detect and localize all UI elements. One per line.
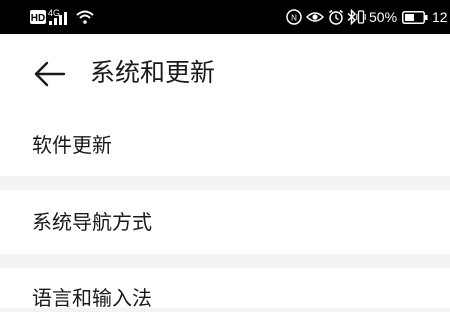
- status-time: 12: [432, 9, 448, 25]
- nfc-icon: N: [286, 9, 302, 25]
- battery-percent: 50%: [369, 9, 398, 25]
- app-header: 系统和更新: [0, 34, 450, 114]
- hd-icon: HD: [30, 10, 46, 24]
- wifi-icon: [76, 10, 94, 24]
- svg-text:N: N: [291, 14, 297, 23]
- settings-item-label: 系统导航方式: [32, 210, 152, 234]
- battery-icon: [402, 11, 428, 24]
- page-title: 系统和更新: [90, 58, 216, 87]
- eye-icon: [306, 12, 324, 22]
- vibrate-icon: [356, 10, 366, 24]
- arrow-left-icon[interactable]: [32, 56, 68, 92]
- settings-item-language-input[interactable]: 语言和输入法: [0, 268, 450, 310]
- settings-item-software-update[interactable]: 软件更新: [0, 114, 450, 176]
- alarm-icon: [329, 9, 343, 25]
- settings-item-label: 软件更新: [32, 133, 112, 157]
- status-bar: HD 4G N 50% 12: [0, 0, 450, 34]
- signal-icon: [49, 12, 67, 25]
- settings-item-label: 语言和输入法: [32, 286, 152, 310]
- svg-text:HD: HD: [31, 13, 45, 24]
- settings-item-system-navigation[interactable]: 系统导航方式: [0, 190, 450, 254]
